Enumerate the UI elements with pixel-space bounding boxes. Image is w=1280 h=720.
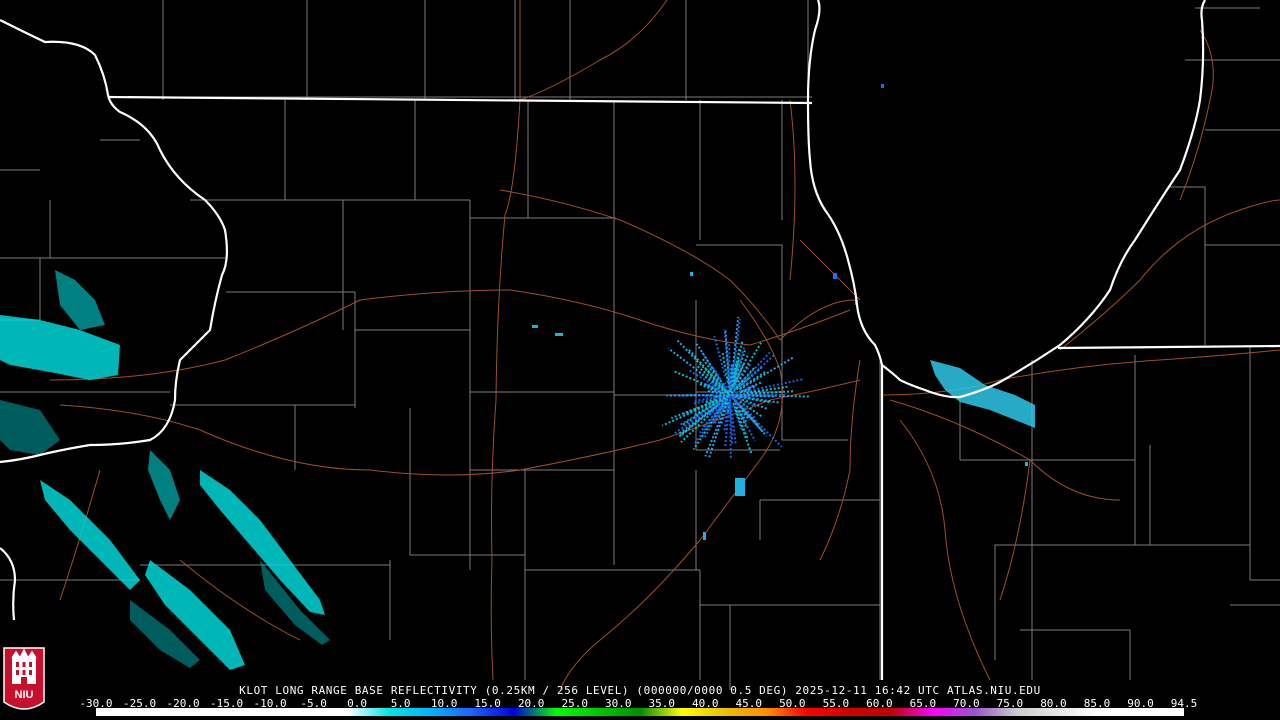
colorbar-segment [681, 708, 724, 716]
colorbar-segment [556, 708, 599, 716]
colorbar-segment [723, 708, 766, 716]
niu-logo: NIU [3, 647, 45, 710]
colorbar-segment [96, 708, 138, 716]
product-caption: KLOT LONG RANGE BASE REFLECTIVITY (0.25K… [239, 684, 1041, 697]
colorbar-segment [137, 708, 180, 716]
colorbar-segment [1016, 708, 1059, 716]
colorbar-segment [1142, 708, 1184, 716]
colorbar-segment [849, 708, 892, 716]
colorbar-segment [807, 708, 850, 716]
colorbar-segment [974, 708, 1017, 716]
colorbar-segment [305, 708, 348, 716]
colorbar-segment [472, 708, 515, 716]
colorbar-segment [179, 708, 222, 716]
logo-text: NIU [15, 689, 34, 701]
colorbar-segment [430, 708, 473, 716]
colorbar-segment [1100, 708, 1143, 716]
colorbar-segment [388, 708, 431, 716]
colorbar-segment [598, 708, 640, 716]
colorbar-segment [765, 708, 808, 716]
colorbar-segment [932, 708, 975, 716]
colorbar-segment [263, 708, 306, 716]
colorbar-segment [1058, 708, 1101, 716]
colorbar-segment [514, 708, 557, 716]
radar-map [0, 0, 1280, 720]
colorbar-segment [639, 708, 682, 716]
colorbar-segment [891, 708, 933, 716]
colorbar-segment [221, 708, 264, 716]
reflectivity-colorbar [96, 708, 1184, 716]
colorbar-segment [347, 708, 389, 716]
